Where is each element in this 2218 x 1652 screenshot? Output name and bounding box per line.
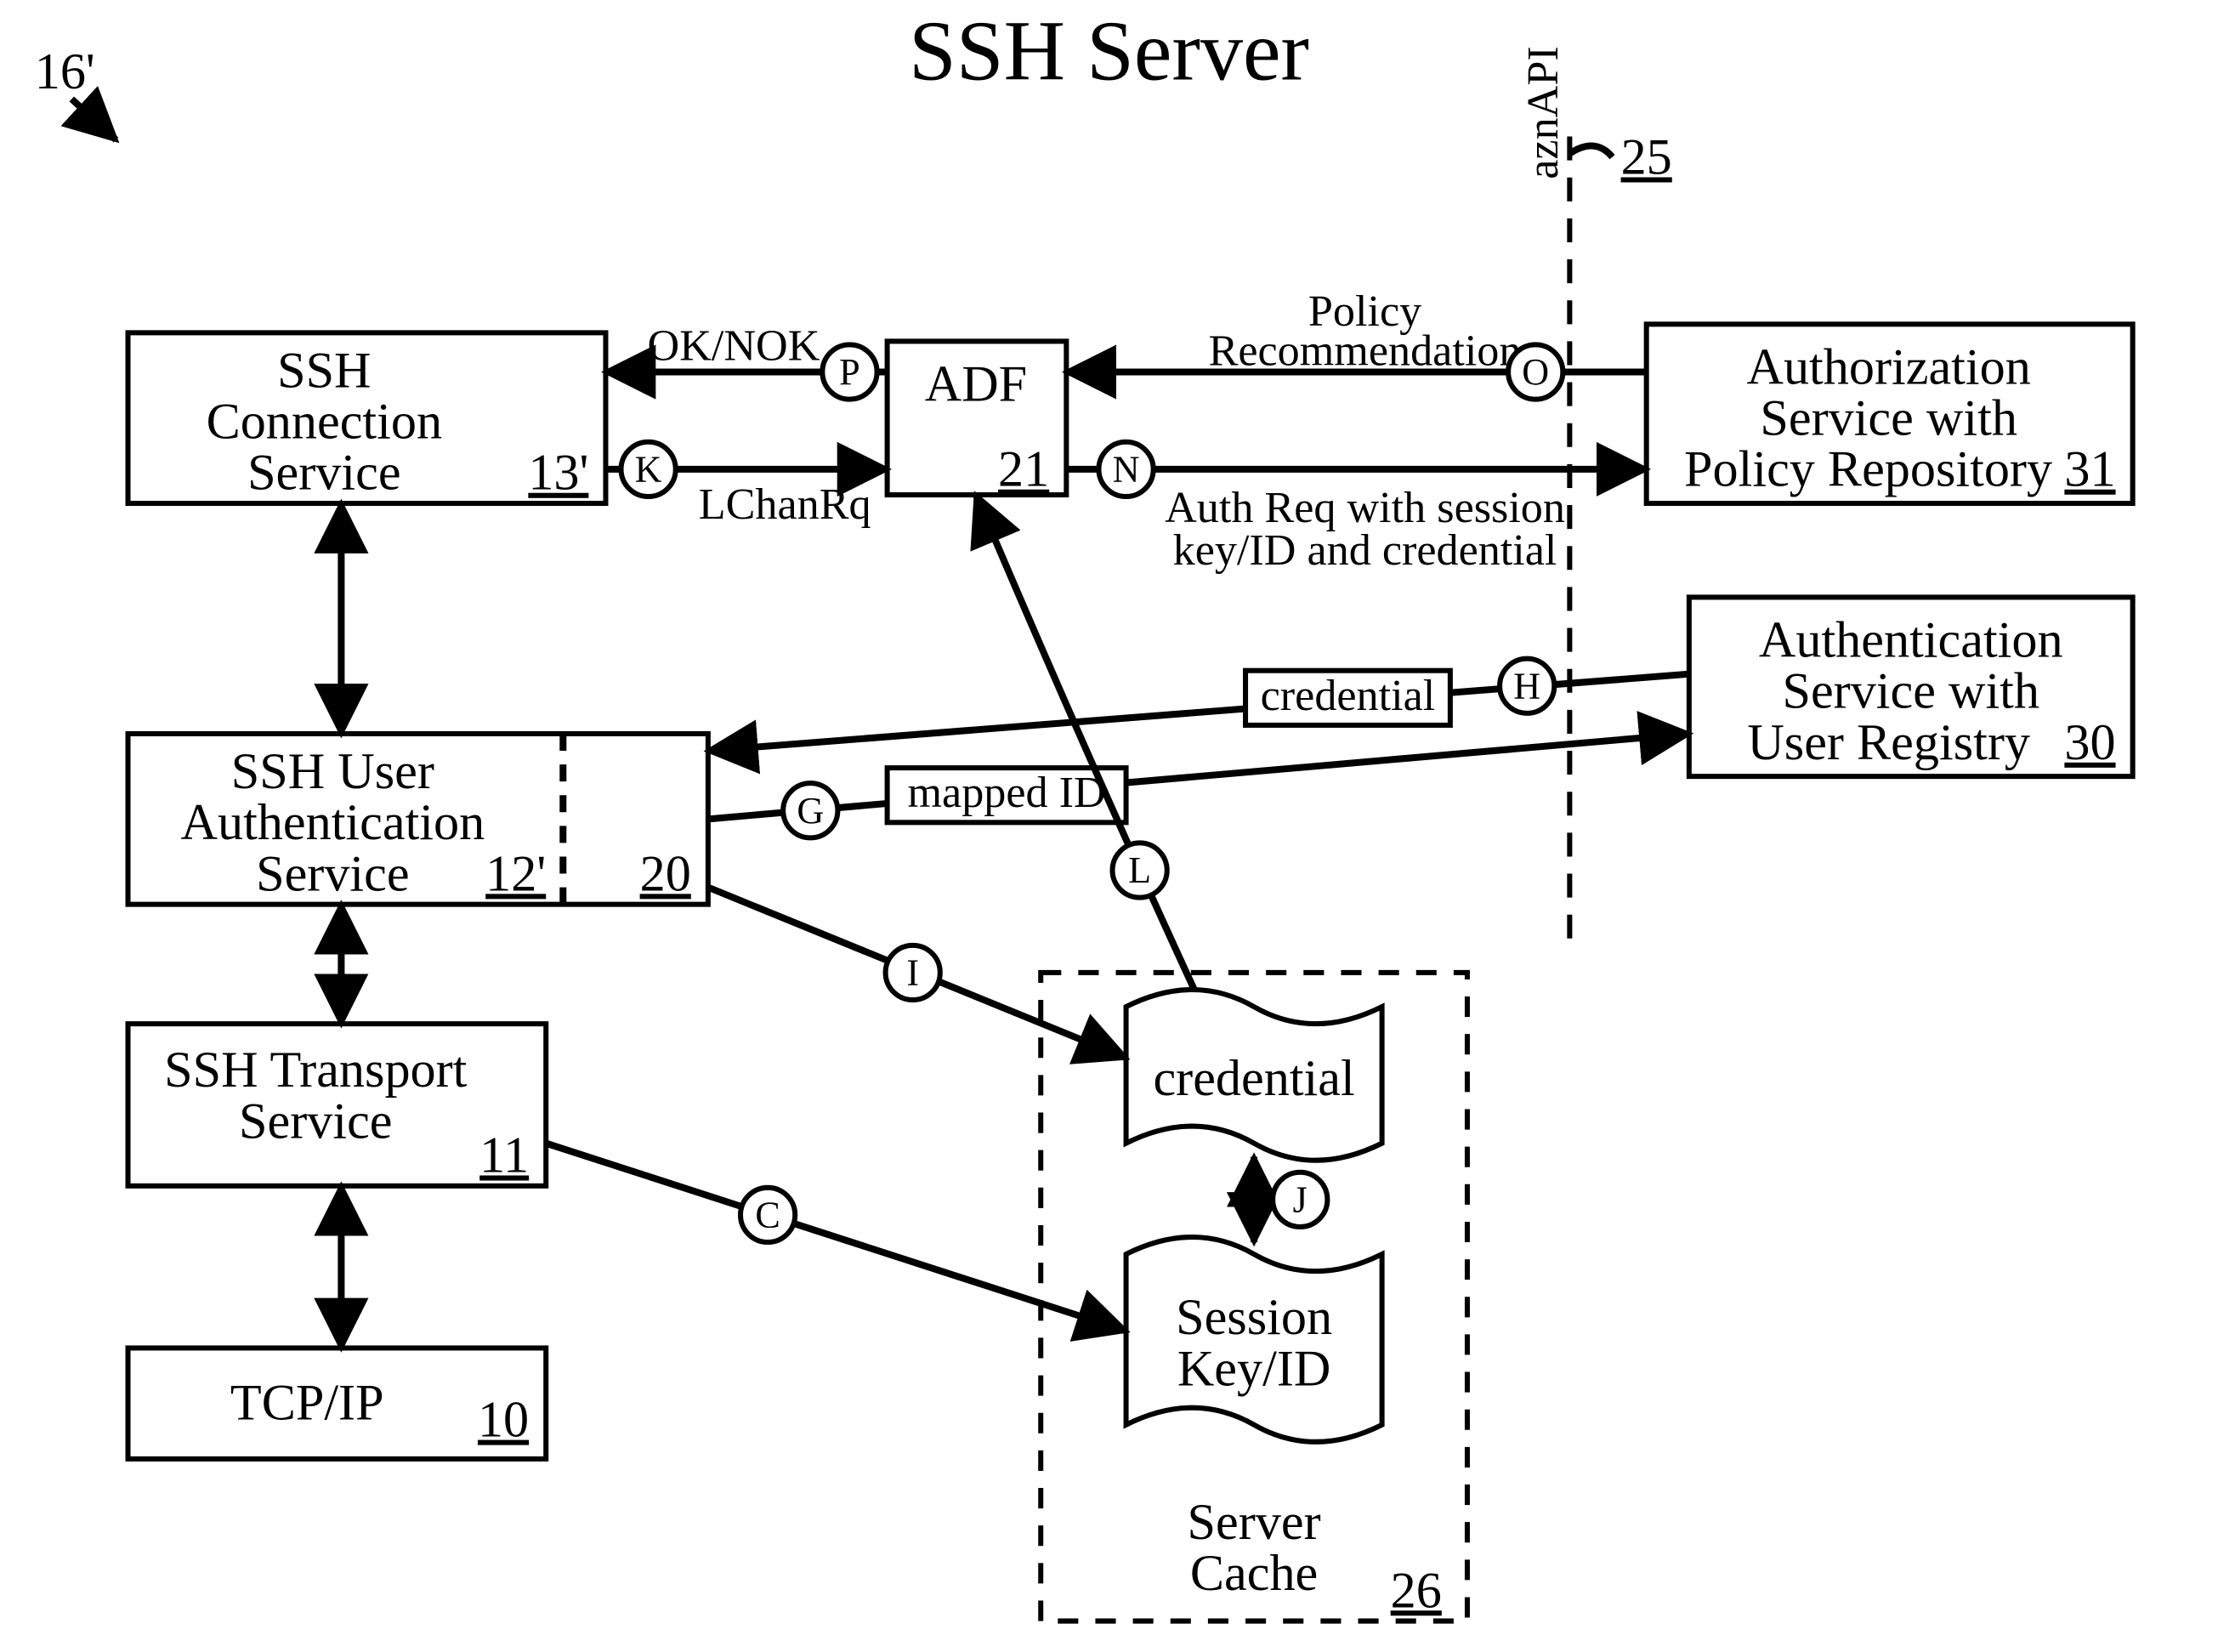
authz-l2: Service with: [1760, 390, 2017, 447]
ssh-transport-l2: Service: [239, 1093, 392, 1150]
step-j: J: [1293, 1178, 1308, 1220]
ssh-connection-l3: Service: [247, 445, 400, 502]
figure-ref: 16': [35, 43, 95, 100]
tcpip-l1: TCP/IP: [230, 1375, 384, 1432]
ssh-user-auth-l2: Authentication: [181, 794, 485, 851]
label-authreq2: key/ID and credential: [1173, 526, 1557, 575]
authz-l1: Authorization: [1747, 338, 2031, 395]
server-cache-l1: Server: [1188, 1494, 1321, 1551]
step-o: O: [1522, 351, 1549, 393]
azn-api-ref: 25: [1621, 128, 1672, 185]
ssh-connection-l1: SSH: [277, 342, 371, 399]
adf-l1: ADF: [925, 355, 1027, 412]
step-n: N: [1113, 448, 1140, 490]
authn-ref: 30: [2064, 714, 2115, 771]
ssh-connection-l2: Connection: [207, 394, 443, 451]
authn-l1: Authentication: [1759, 611, 2063, 668]
step-k: K: [635, 448, 662, 490]
label-credential: credential: [1261, 672, 1436, 720]
step-h: H: [1513, 665, 1540, 707]
ssh-user-auth-ref: 12': [485, 845, 546, 902]
step-l: L: [1128, 849, 1151, 891]
authz-l3: Policy Repository: [1684, 441, 2052, 498]
ssh-transport-ref: 11: [479, 1127, 529, 1184]
label-lchanrq: LChanRq: [699, 480, 871, 529]
doc-session-l1: Session: [1176, 1289, 1332, 1346]
authn-l3: User Registry: [1747, 714, 2030, 771]
step-c: C: [755, 1194, 780, 1235]
step-i: I: [906, 951, 919, 993]
server-cache-ref: 26: [1391, 1562, 1442, 1619]
step-g: G: [797, 790, 824, 832]
edge-uauth-authn: [708, 734, 1689, 819]
step-p: P: [839, 351, 860, 393]
label-mappedid: mapped ID: [907, 769, 1105, 817]
doc-credential-label: credential: [1153, 1050, 1354, 1107]
label-authreq1: Auth Req with session: [1165, 484, 1565, 532]
doc-session-l2: Key/ID: [1177, 1340, 1331, 1397]
azn-api-label: aznAPI: [1519, 46, 1568, 179]
adf-ref: 21: [998, 441, 1049, 498]
ssh-transport-l1: SSH Transport: [164, 1042, 468, 1098]
authz-ref: 31: [2064, 441, 2115, 498]
label-policy-rec2: Recommendation: [1209, 326, 1522, 375]
label-oknok: OK/NOK: [648, 321, 820, 370]
ssh-server-diagram: SSH Server 16' aznAPI 25 SSH Connection …: [0, 0, 2218, 1652]
tcpip-ref: 10: [478, 1392, 529, 1449]
authn-l2: Service with: [1782, 663, 2039, 720]
diagram-title: SSH Server: [909, 3, 1309, 98]
ssh-user-auth-l1: SSH User: [231, 743, 434, 800]
edge-cred-adf: [976, 495, 1194, 990]
ssh-connection-ref: 13': [528, 445, 588, 502]
server-cache-l2: Cache: [1190, 1545, 1318, 1602]
ssh-user-auth-l3: Service: [256, 845, 409, 902]
azn-api-ref-leader: [1569, 145, 1612, 156]
figure-ref-arrow: [71, 99, 116, 139]
ssh-user-auth-subref: 20: [640, 845, 691, 902]
